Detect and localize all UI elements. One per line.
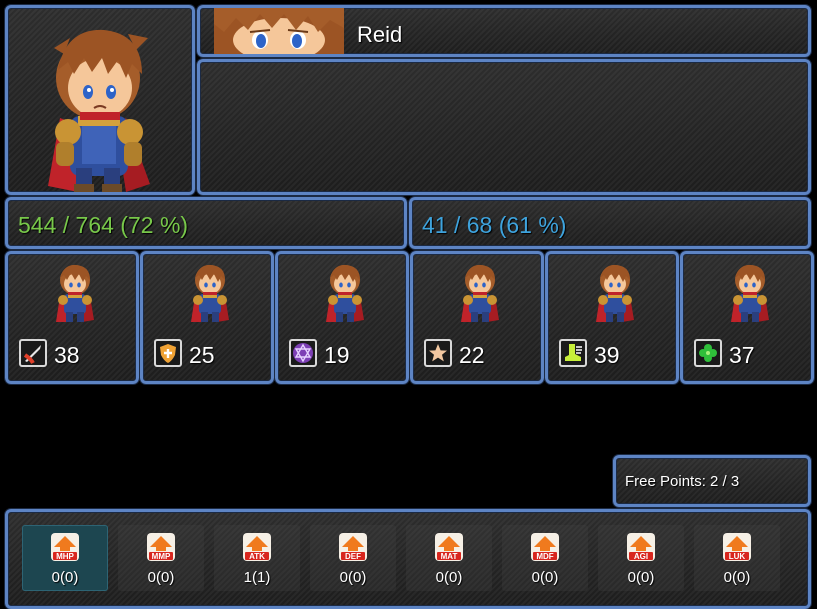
hexagram-icon	[289, 339, 317, 367]
chibi-sprite	[316, 262, 374, 324]
param-mdf[interactable]: MDF 0(0)	[502, 525, 588, 591]
param-agi[interactable]: AGI 0(0)	[598, 525, 684, 591]
chibi-sprite	[451, 262, 509, 324]
stat-window-agility: 39	[545, 251, 679, 384]
stat-window-attack: 38	[5, 251, 139, 384]
param-label: AGI	[634, 552, 648, 561]
up-arrow-icon: LUK	[723, 533, 751, 561]
shield-icon	[154, 339, 182, 367]
free-points-text: Free Points: 2 / 3	[625, 473, 740, 490]
chibi-sprite	[721, 262, 779, 324]
param-label: DEF	[345, 552, 361, 561]
param-label: LUK	[729, 552, 746, 561]
stat-value: 22	[459, 342, 485, 368]
up-arrow-icon: DEF	[339, 533, 367, 561]
up-arrow-icon: AGI	[627, 533, 655, 561]
param-mmp[interactable]: MMP 0(0)	[118, 525, 204, 591]
chibi-sprite	[586, 262, 644, 324]
mp-window: 41 / 68 (61 %)	[409, 197, 811, 249]
param-value: 0(0)	[51, 569, 79, 586]
stat-window-mdef: 22	[410, 251, 544, 384]
up-arrow-icon: MMP	[147, 533, 175, 561]
stat-value: 37	[729, 342, 755, 368]
param-luk[interactable]: LUK 0(0)	[694, 525, 780, 591]
info-window	[197, 59, 811, 195]
stat-value: 39	[594, 342, 620, 368]
param-label: MHP	[56, 552, 74, 561]
param-mat[interactable]: MAT 0(0)	[406, 525, 492, 591]
param-value: 0(0)	[147, 569, 175, 586]
face-strip	[214, 8, 344, 54]
portrait-window	[5, 5, 195, 195]
param-value: 0(0)	[723, 569, 751, 586]
param-label: MAT	[441, 552, 458, 561]
mp-text: 41 / 68 (61 %)	[422, 212, 567, 238]
stat-window-magic: 19	[275, 251, 409, 384]
actor-portrait	[48, 29, 150, 192]
boot-icon	[559, 339, 587, 367]
hp-text: 544 / 764 (72 %)	[18, 212, 189, 238]
param-value: 0(0)	[627, 569, 655, 586]
stat-value: 38	[54, 342, 80, 368]
param-value: 0(0)	[531, 569, 559, 586]
up-arrow-icon: ATK	[243, 533, 271, 561]
stat-value: 25	[189, 342, 215, 368]
actor-name: Reid	[357, 22, 403, 47]
chibi-sprite	[181, 262, 239, 324]
param-label: ATK	[249, 552, 265, 561]
chibi-sprite	[46, 262, 104, 324]
param-value: 0(0)	[435, 569, 463, 586]
param-def[interactable]: DEF 0(0)	[310, 525, 396, 591]
actor-face-icon	[214, 8, 344, 54]
up-arrow-icon: MHP	[51, 533, 79, 561]
param-mhp[interactable]: MHP 0(0)	[22, 525, 108, 591]
stat-window-defense: 25	[140, 251, 274, 384]
param-value: 1(1)	[243, 569, 271, 586]
star-icon	[424, 339, 452, 367]
up-arrow-icon: MDF	[531, 533, 559, 561]
stat-window-luck: 37	[680, 251, 814, 384]
clover-icon	[694, 339, 722, 367]
stat-value: 19	[324, 342, 350, 368]
param-value: 0(0)	[339, 569, 367, 586]
param-select-window: MHP 0(0) MMP 0(0) ATK 1(1) DEF 0(0) MAT …	[5, 509, 811, 609]
name-window: Reid	[197, 5, 811, 57]
free-points-window: Free Points: 2 / 3	[613, 455, 811, 507]
up-arrow-icon: MAT	[435, 533, 463, 561]
param-label: MMP	[152, 552, 171, 561]
param-label: MDF	[536, 552, 553, 561]
hp-window: 544 / 764 (72 %)	[5, 197, 407, 249]
sword-icon	[19, 339, 47, 367]
param-atk[interactable]: ATK 1(1)	[214, 525, 300, 591]
